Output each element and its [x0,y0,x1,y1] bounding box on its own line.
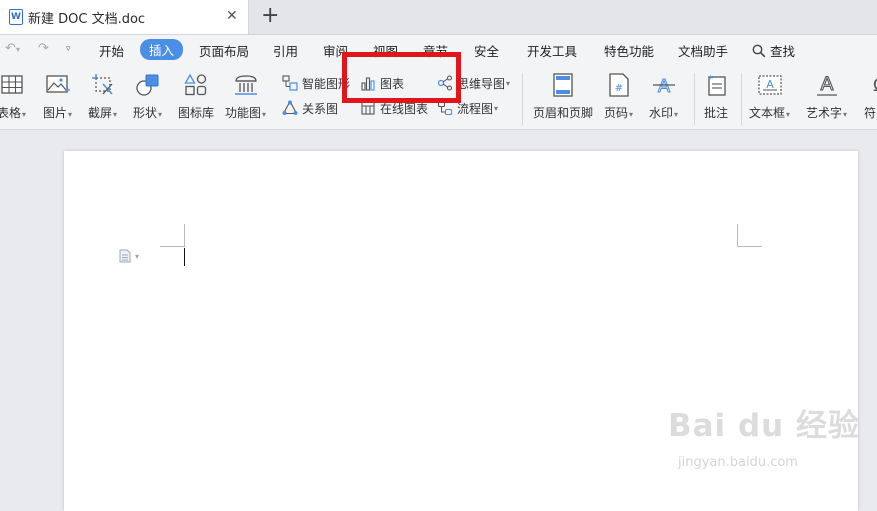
chevron-down-icon: ▾ [506,78,511,88]
redo-icon[interactable]: ↷ [38,41,49,56]
chevron-down-icon: ▾ [629,110,634,119]
undo-icon[interactable]: ↶ [5,41,16,56]
wps-writer-doc-icon: W [9,9,23,25]
chevron-down-icon: ▾ [135,251,140,261]
page-number-label: 页码 [604,106,629,120]
margin-corner-marker [737,224,762,247]
svg-text:*: * [708,74,713,85]
menu-tab-home[interactable]: 开始 [99,41,124,60]
flowchart-label: 流程图 [457,101,494,116]
watermark-button[interactable]: A 水印▾ [649,71,678,121]
svg-text:Ω: Ω [873,75,877,96]
screenshot-icon [89,71,117,99]
text-box-label: 文本框 [749,106,786,120]
svg-text:#: # [614,83,622,94]
word-art-button[interactable]: A 艺术字▾ [806,71,847,121]
chevron-down-icon: ▾ [262,110,267,119]
search-command[interactable]: 查找 [752,41,795,60]
page-number-icon: # [605,71,633,99]
header-footer-button[interactable]: 页眉和页脚 [533,71,593,121]
shape-label: 形状 [133,106,158,120]
picture-label: 图片 [43,106,68,120]
relation-chart-label: 关系图 [302,101,339,116]
menu-tab-special-features[interactable]: 特色功能 [604,41,654,60]
ribbon-separator [694,73,695,125]
picture-icon [44,71,72,99]
paragraph-layout-button[interactable]: ▾ [118,249,139,263]
title-bar: W 新建 DOC 文档.doc ✕ + [0,0,877,35]
svg-text:A: A [657,76,670,97]
chevron-down-icon: ▾ [494,103,499,113]
picture-button[interactable]: 图片▾ [43,71,72,121]
text-box-icon: A [756,71,784,99]
watermark-brand: Bai du 经验 [668,408,861,444]
symbol-icon: Ω [864,71,877,99]
text-box-button[interactable]: A 文本框▾ [749,71,790,121]
smart-graphic-button[interactable]: 智能图形 [282,74,350,92]
menu-tab-insert[interactable]: 插入 [140,39,184,60]
comment-icon: * [702,71,730,99]
chevron-down-icon: ▾ [674,110,679,119]
search-label: 查找 [769,44,795,59]
svg-text:A: A [766,78,774,91]
word-art-label: 艺术字 [806,106,843,120]
document-tab[interactable]: W 新建 DOC 文档.doc ✕ [0,0,249,34]
customize-quick-access-icon[interactable]: ▿ [66,44,71,54]
relation-chart-button[interactable]: 关系图 [282,99,338,117]
chevron-down-icon: ▾ [22,110,27,119]
new-tab-button[interactable]: + [261,3,279,29]
chevron-down-icon: ▾ [68,110,73,119]
icon-library-label: 图标库 [178,106,215,120]
table-label: 表格 [0,106,22,120]
header-footer-label: 页眉和页脚 [533,106,594,120]
icon-library-icon [182,71,210,99]
watermark-url: jingyan.baidu.com [678,455,798,470]
menu-tab-security[interactable]: 安全 [474,41,499,60]
symbol-button[interactable]: Ω 符 [864,71,877,121]
smart-graphic-icon [282,75,298,91]
icon-library-button[interactable]: 图标库 [178,71,214,121]
comment-label: 批注 [703,106,728,120]
menu-tab-page-layout[interactable]: 页面布局 [199,41,249,60]
screenshot-label: 截屏 [88,106,113,120]
menu-tab-references[interactable]: 引用 [273,41,298,60]
margin-corner-marker [160,224,185,247]
ribbon-separator [522,73,523,125]
page-number-button[interactable]: # 页码▾ [604,71,633,121]
function-chart-label: 功能图 [225,106,262,120]
symbol-label: 符 [864,106,877,120]
shape-button[interactable]: 形状▾ [133,71,162,121]
relation-chart-icon [282,100,298,116]
word-art-icon: A [813,71,841,99]
paragraph-icon [119,249,131,263]
ribbon-separator [741,73,742,125]
svg-text:A: A [820,73,833,95]
chevron-down-icon: ▾ [843,110,848,119]
header-footer-icon [549,71,577,99]
shape-icon [134,71,162,99]
function-chart-icon [232,71,260,99]
menu-tab-document-assistant[interactable]: 文档助手 [678,41,728,60]
watermark-label: 水印 [649,106,674,120]
baidu-jingyan-watermark: Bai du 经验 jingyan.baidu.com [668,400,861,470]
comment-button[interactable]: * 批注 [702,71,730,121]
mind-map-label: 思维导图 [457,76,506,91]
text-cursor [184,248,185,266]
close-tab-icon[interactable]: ✕ [226,8,238,24]
watermark-icon: A [650,71,678,99]
chart-highlight-box [342,52,461,103]
menu-tab-developer-tools[interactable]: 开发工具 [527,41,577,60]
chevron-down-icon: ▾ [113,110,118,119]
search-icon [752,44,766,58]
chevron-down-icon: ▾ [158,110,163,119]
document-tab-title: 新建 DOC 文档.doc [28,12,146,27]
table-button[interactable]: 表格▾ [0,71,26,121]
function-chart-button[interactable]: 功能图▾ [225,71,266,121]
chevron-down-icon: ▾ [786,110,791,119]
screenshot-button[interactable]: 截屏▾ [88,71,117,121]
undo-dropdown-icon[interactable]: ▾ [16,45,20,54]
table-icon [0,71,26,99]
